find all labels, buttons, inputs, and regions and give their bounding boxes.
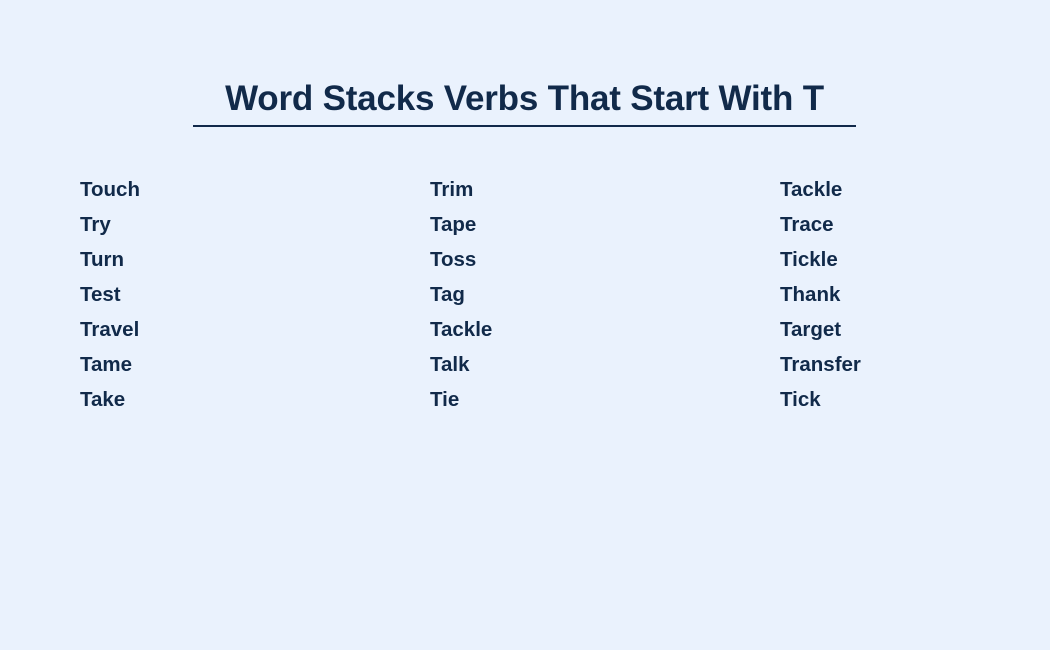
word-list-page: Word Stacks Verbs That Start With T Touc…	[0, 0, 1050, 650]
list-item: Talk	[430, 353, 470, 376]
word-column-2: Trim Tape Toss Tag Tackle Talk Tie	[430, 172, 780, 417]
title-block: Word Stacks Verbs That Start With T	[193, 78, 856, 127]
list-item: Try	[80, 213, 111, 236]
list-item: Touch	[80, 178, 140, 201]
list-item: Turn	[80, 248, 125, 271]
list-item: Travel	[80, 318, 140, 341]
list-item: Tie	[430, 388, 460, 411]
list-item: Trim	[430, 178, 474, 201]
title-underline-rule	[193, 125, 856, 127]
list-item: Tape	[430, 213, 477, 236]
list-item: Tick	[780, 388, 821, 411]
list-item: Test	[80, 283, 121, 306]
list-item: Tag	[430, 283, 465, 306]
list-item: Thank	[780, 283, 841, 306]
list-item: Tame	[80, 353, 133, 376]
word-columns: Touch Try Turn Test Travel Tame Take Tri…	[80, 172, 980, 417]
list-item: Tackle	[430, 318, 493, 341]
word-column-1: Touch Try Turn Test Travel Tame Take	[80, 172, 430, 417]
list-item: Trace	[780, 213, 834, 236]
word-column-3: Tackle Trace Tickle Thank Target Transfe…	[780, 172, 980, 417]
list-item: Transfer	[780, 353, 861, 376]
list-item: Target	[780, 318, 842, 341]
page-title: Word Stacks Verbs That Start With T	[225, 79, 824, 118]
list-item: Take	[80, 388, 126, 411]
list-item: Tackle	[780, 178, 843, 201]
list-item: Toss	[430, 248, 477, 271]
list-item: Tickle	[780, 248, 838, 271]
